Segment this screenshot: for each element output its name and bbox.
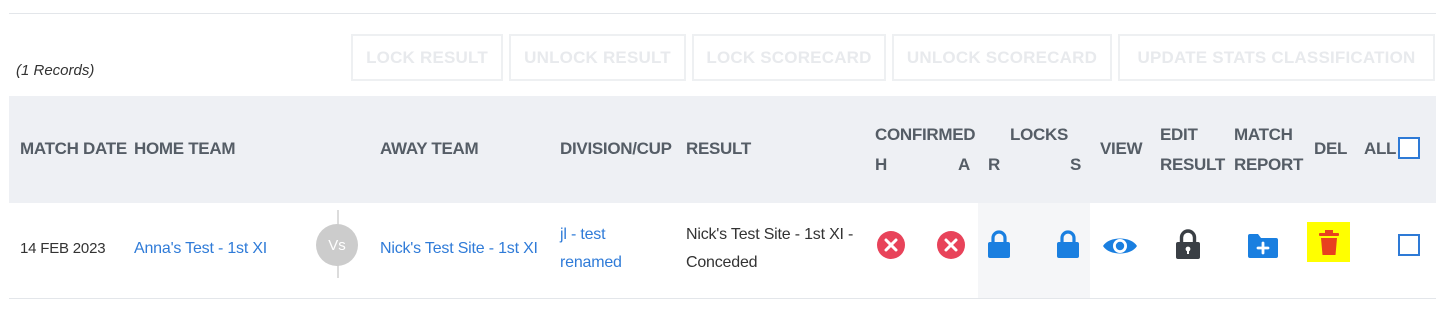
home-team-link[interactable]: Anna's Test - 1st XI	[134, 240, 267, 258]
x-circle-icon[interactable]	[937, 231, 965, 264]
lock-icon[interactable]	[1056, 229, 1080, 264]
header-edit-line1: EDIT	[1160, 125, 1198, 144]
result-text-line1: Nick's Test Site - 1st XI -	[686, 226, 854, 243]
row-select-checkbox[interactable]	[1398, 234, 1420, 256]
header-division-cup: DIVISION/CUP	[560, 139, 672, 158]
header-del: DEL	[1314, 139, 1348, 158]
header-report-line1: MATCH	[1234, 125, 1293, 144]
header-edit-line2: RESULT	[1160, 155, 1225, 174]
result-text-line2: Conceded	[686, 254, 758, 271]
header-confirmed-a: A	[958, 155, 970, 174]
header-view: VIEW	[1100, 139, 1143, 158]
match-date-cell: 14 FEB 2023	[20, 240, 106, 257]
x-circle-icon[interactable]	[877, 231, 905, 264]
unlock-scorecard-button[interactable]: UNLOCK SCORECARD	[892, 34, 1112, 81]
lock-scorecard-button[interactable]: LOCK SCORECARD	[692, 34, 886, 81]
top-divider	[9, 13, 1436, 14]
header-locks-r: R	[988, 155, 1000, 174]
away-team-link[interactable]: Nick's Test Site - 1st XI	[380, 240, 538, 258]
header-confirmed-h: H	[875, 155, 887, 174]
header-home-team: HOME TEAM	[134, 139, 236, 158]
header-away-team: AWAY TEAM	[380, 139, 479, 158]
lock-icon[interactable]	[987, 229, 1011, 264]
select-all-checkbox[interactable]	[1398, 137, 1420, 159]
header-locks-s: S	[1070, 155, 1082, 174]
header-match-date: MATCH DATE	[20, 139, 127, 158]
header-confirmed: CONFIRMED	[875, 125, 976, 144]
header-report-line2: REPORT	[1234, 155, 1304, 174]
header-locks: LOCKS	[1010, 125, 1069, 144]
eye-icon[interactable]	[1102, 234, 1138, 263]
folder-plus-icon[interactable]	[1247, 233, 1279, 264]
unlock-result-button[interactable]: UNLOCK RESULT	[509, 34, 686, 81]
update-stats-classification-button[interactable]: UPDATE STATS CLASSIFICATION	[1118, 34, 1435, 81]
header-result: RESULT	[686, 139, 751, 158]
lock-icon[interactable]	[1175, 228, 1201, 265]
division-link-line2[interactable]: renamed	[560, 254, 622, 272]
bottom-divider	[9, 298, 1436, 299]
header-all: ALL	[1364, 139, 1397, 158]
trash-icon[interactable]	[1318, 230, 1340, 261]
lock-result-button[interactable]: LOCK RESULT	[351, 34, 503, 81]
division-link-line1[interactable]: jl - test	[560, 226, 606, 244]
vs-badge: Vs	[316, 224, 358, 266]
records-count: (1 Records)	[16, 62, 95, 79]
